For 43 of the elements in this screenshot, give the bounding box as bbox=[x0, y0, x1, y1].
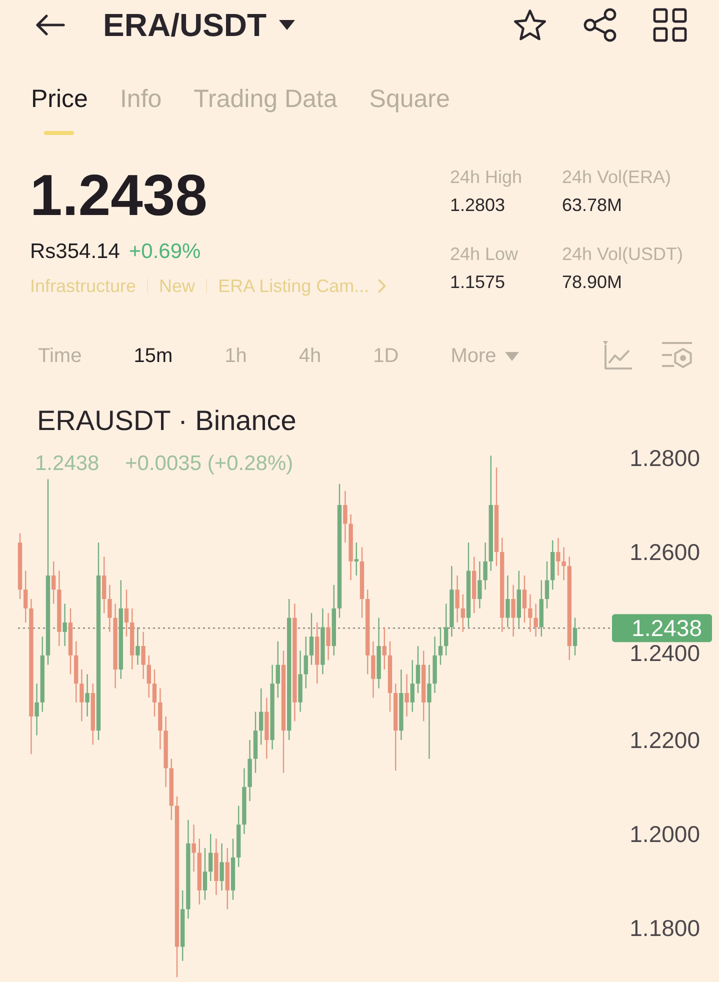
interval-tab[interactable]: 15m bbox=[134, 342, 173, 370]
caret-down-icon bbox=[278, 20, 295, 30]
category-tag[interactable]: Infrastructure bbox=[30, 273, 136, 299]
tab[interactable]: Square bbox=[369, 75, 450, 135]
tab[interactable]: Info bbox=[120, 75, 162, 135]
stat-value: 1.2803 bbox=[450, 194, 506, 217]
chart-price-change: +0.0035 (+0.28%) bbox=[125, 452, 294, 475]
price-axis-label: 1.2200 bbox=[630, 727, 700, 753]
stat-value: 63.78M bbox=[562, 194, 624, 217]
stat-label: 24h High bbox=[450, 166, 524, 189]
share-icon[interactable] bbox=[583, 8, 617, 42]
price-change-percent: +0.69% bbox=[128, 239, 201, 265]
interval-tab[interactable]: 4h bbox=[298, 342, 322, 370]
interval-tab[interactable]: 1h bbox=[224, 342, 247, 370]
price-axis-label: 1.2800 bbox=[630, 445, 700, 471]
chart-last-price: 1.2438 bbox=[35, 452, 100, 475]
back-arrow-icon[interactable] bbox=[35, 14, 65, 36]
campaign-link[interactable]: ERA Listing Cam... bbox=[218, 273, 386, 299]
interval-tab[interactable]: 1D bbox=[373, 342, 399, 370]
last-price: 1.2438 bbox=[30, 163, 208, 229]
fiat-price: Rs354.14 bbox=[30, 239, 120, 265]
ref-line-label: 1.2438 bbox=[632, 615, 702, 642]
tab[interactable]: Trading Data bbox=[194, 75, 338, 135]
price-axis-label: 1.2400 bbox=[630, 640, 700, 666]
tab[interactable]: Price bbox=[31, 75, 88, 135]
interval-tab[interactable]: Time bbox=[38, 342, 82, 370]
stat-label: 24h Vol(ERA) bbox=[562, 166, 672, 189]
stat-label: 24h Low bbox=[450, 242, 520, 266]
chevron-right-icon bbox=[378, 279, 386, 293]
category-tag[interactable]: New bbox=[159, 273, 196, 299]
more-dropdown[interactable]: More bbox=[450, 342, 520, 370]
stat-label: 24h Vol(USDT) bbox=[562, 242, 684, 266]
pair-selector[interactable]: ERA/USDT bbox=[103, 5, 295, 45]
price-axis-label: 1.1800 bbox=[630, 915, 700, 941]
chart-symbol-title: ERAUSDT · Binance bbox=[37, 405, 296, 436]
stat-value: 1.1575 bbox=[450, 270, 506, 294]
star-icon[interactable] bbox=[513, 8, 547, 42]
caret-down-icon bbox=[505, 352, 520, 360]
grid-menu-icon[interactable] bbox=[653, 8, 687, 42]
current-price-tag: 1.2438 bbox=[612, 614, 712, 642]
price-axis-label: 1.2600 bbox=[630, 539, 700, 565]
price-axis-label: 1.2000 bbox=[630, 821, 700, 847]
stat-value: 78.90M bbox=[562, 270, 624, 294]
